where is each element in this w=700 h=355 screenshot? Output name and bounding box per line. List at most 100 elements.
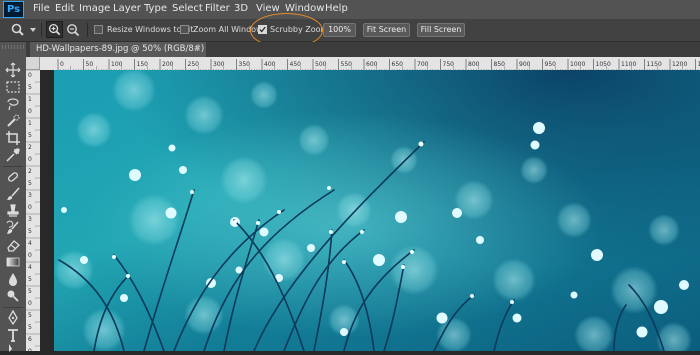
ruler-tick-label: 100	[111, 61, 123, 68]
gradient-tool[interactable]	[5, 254, 21, 270]
horizontal-ruler[interactable]: 0 50 100 150 200 250 300 350 400 450 500 550 600 650 7…	[40, 57, 700, 70]
dodge-tool[interactable]	[5, 288, 21, 304]
ruler-tick-label: 5	[28, 84, 32, 91]
menu-edit[interactable]: Edit	[55, 3, 74, 15]
zoom-in-button[interactable]	[46, 21, 63, 38]
tool-preset-dropdown-icon[interactable]	[30, 28, 36, 32]
marquee-tool[interactable]	[5, 79, 21, 95]
zoom-100-button[interactable]: 100%	[323, 23, 356, 37]
dewy-grass-photo	[54, 70, 700, 351]
ruler-tick-label: 0	[28, 156, 32, 163]
history-brush-tool[interactable]	[5, 220, 21, 236]
options-bar: Resize Windows to Fit Zoom All Windows S…	[0, 19, 700, 42]
ruler-tick-label: 50	[86, 61, 94, 68]
type-tool[interactable]	[5, 327, 21, 343]
menu-layer[interactable]: Layer	[113, 3, 141, 15]
ruler-tick-label: 200	[162, 61, 174, 68]
ruler-tick-label: 350	[239, 61, 251, 68]
ruler-tick-label: 1050	[596, 61, 611, 68]
document-tab-bar: HD-Wallpapers-89.jpg @ 50% (RGB/8#) ×	[26, 42, 700, 57]
ruler-tick-label: 150	[137, 61, 149, 68]
ruler-tick-label: 1	[28, 120, 32, 127]
ruler-tick-label: 4	[28, 264, 32, 271]
ruler-tick-label: 300	[213, 61, 225, 68]
menu-help[interactable]: Help	[325, 3, 348, 15]
menu-select[interactable]: Select	[172, 3, 203, 15]
blur-tool[interactable]	[5, 271, 21, 287]
menu-bar: Ps File Edit Image Layer Type Select Fil…	[0, 0, 700, 19]
ruler-tick-label: 5	[28, 132, 32, 139]
ruler-tick-label: 250	[188, 61, 200, 68]
zoom-all-windows-checkbox[interactable]	[180, 25, 189, 34]
ruler-tick-label: 5	[28, 324, 32, 331]
zoom-tool-icon[interactable]	[10, 22, 26, 38]
pasteboard	[40, 70, 54, 351]
ruler-tick-label: 650	[392, 61, 404, 68]
clone-stamp-tool[interactable]	[5, 203, 21, 219]
ruler-tick-label: 0	[28, 300, 32, 307]
document-canvas[interactable]	[54, 70, 700, 351]
menu-filter[interactable]: Filter	[205, 3, 230, 15]
lasso-tool[interactable]	[5, 96, 21, 112]
ruler-tick-label: 3	[28, 192, 32, 199]
ruler-tick-label: 6	[28, 336, 32, 343]
ruler-tick-label: 3	[28, 216, 32, 223]
ruler-tick-label: 800	[468, 61, 480, 68]
menu-3d[interactable]: 3D	[234, 3, 248, 15]
zoom-out-icon[interactable]	[65, 22, 81, 38]
ruler-origin[interactable]	[26, 57, 40, 70]
panel-grip[interactable]	[2, 45, 24, 49]
menu-image[interactable]: Image	[79, 3, 110, 15]
close-tab-icon[interactable]: ×	[193, 42, 201, 57]
vertical-ruler[interactable]: 051015202530354045505560	[26, 70, 40, 351]
ruler-tick-label: 1000	[570, 61, 585, 68]
fit-screen-button[interactable]: Fit Screen	[363, 23, 410, 37]
document-tab[interactable]: HD-Wallpapers-89.jpg @ 50% (RGB/8#) ×	[30, 42, 206, 57]
fill-screen-button[interactable]: Fill Screen	[417, 23, 465, 37]
document-tab-title: HD-Wallpapers-89.jpg @ 50% (RGB/8#)	[36, 44, 204, 54]
crop-tool[interactable]	[5, 130, 21, 146]
ruler-tick-label: 5	[28, 288, 32, 295]
ruler-tick-label: 0	[28, 252, 32, 259]
eyedropper-tool[interactable]	[5, 147, 21, 163]
ruler-tick-label: 0	[28, 72, 32, 79]
ruler-tick-label: 950	[545, 61, 557, 68]
ruler-tick-label: 850	[494, 61, 506, 68]
ruler-tick-label: 700	[417, 61, 429, 68]
quick-select-tool[interactable]	[5, 113, 21, 129]
ruler-tick-label: 900	[519, 61, 531, 68]
ruler-tick-label: 600	[366, 61, 378, 68]
menu-file[interactable]: File	[33, 3, 50, 15]
ruler-tick-label: 0	[28, 204, 32, 211]
move-tool[interactable]	[5, 62, 21, 78]
ruler-tick-label: 5	[28, 228, 32, 235]
ruler-tick-label: 750	[443, 61, 455, 68]
tools-panel	[0, 42, 27, 351]
ruler-tick-label: 5	[28, 312, 32, 319]
ruler-tick-label: 4	[28, 240, 32, 247]
vertical-ruler-ticks: 051015202530354045505560	[26, 70, 40, 351]
ruler-tick-label: 1100	[621, 61, 636, 68]
resize-windows-checkbox[interactable]	[94, 25, 103, 34]
horizontal-ruler-ticks: 0 50 100 150 200 250 300 350 400 450 500 550 600 650 7…	[40, 59, 700, 70]
ruler-tick-label: 5	[28, 180, 32, 187]
ruler-tick-label: 0	[28, 108, 32, 115]
healing-brush-tool[interactable]	[5, 169, 21, 185]
menu-type[interactable]: Type	[144, 3, 167, 15]
pen-tool[interactable]	[5, 310, 21, 326]
ruler-tick-label: 500	[315, 61, 327, 68]
ruler-tick-label: 1200	[672, 61, 687, 68]
ruler-tick-label: 2	[28, 144, 32, 151]
ruler-tick-label: 2	[28, 168, 32, 175]
ruler-tick-label: 400	[264, 61, 276, 68]
ruler-tick-label: 1	[28, 96, 32, 103]
photoshop-logo: Ps	[3, 1, 24, 18]
ruler-tick-label: 5	[28, 276, 32, 283]
ruler-tick-label: 550	[341, 61, 353, 68]
ruler-tick-label: 0	[60, 61, 64, 68]
ruler-tick-label: 1150	[647, 61, 662, 68]
eraser-tool[interactable]	[5, 237, 21, 253]
zoom-in-icon	[47, 22, 62, 37]
ruler-tick-label: 450	[290, 61, 302, 68]
brush-tool[interactable]	[5, 186, 21, 202]
